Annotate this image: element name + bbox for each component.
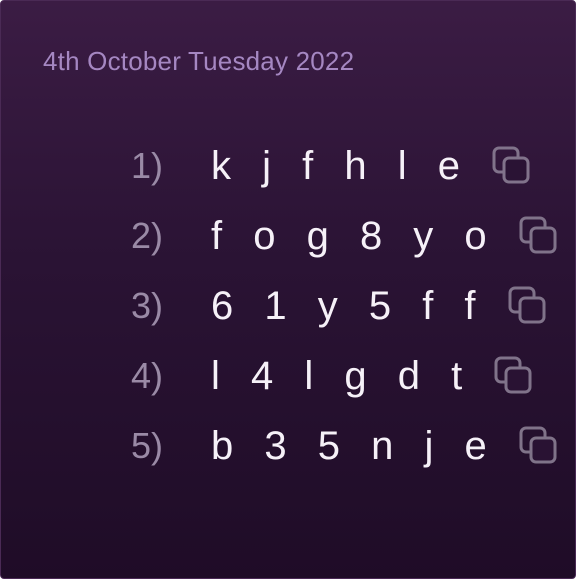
list-item: 4) l 4 l g d t bbox=[131, 341, 561, 411]
list-item: 3) 6 1 y 5 f f bbox=[131, 271, 561, 341]
copy-icon[interactable] bbox=[490, 144, 534, 188]
list-item: 5) b 3 5 n j e bbox=[131, 411, 561, 481]
list-item: 1) k j f h l e bbox=[131, 131, 561, 201]
item-number: 1) bbox=[131, 145, 164, 186]
copy-icon[interactable] bbox=[517, 424, 561, 468]
backup-code: f o g 8 y o bbox=[211, 213, 497, 258]
backup-codes-card: 4th October Tuesday 2022 1) k j f h l e … bbox=[0, 0, 576, 579]
item-number: 5) bbox=[131, 425, 164, 466]
item-number: 4) bbox=[131, 355, 164, 396]
date-label: 4th October Tuesday 2022 bbox=[43, 46, 355, 76]
item-number: 2) bbox=[131, 215, 164, 256]
copy-icon[interactable] bbox=[506, 284, 550, 328]
backup-code: b 3 5 n j e bbox=[211, 423, 497, 468]
copy-icon[interactable] bbox=[492, 354, 536, 398]
list-item: 2) f o g 8 y o bbox=[131, 201, 561, 271]
backup-code: l 4 l g d t bbox=[211, 353, 473, 398]
item-number: 3) bbox=[131, 285, 164, 326]
backup-code: k j f h l e bbox=[211, 143, 470, 188]
copy-icon[interactable] bbox=[517, 214, 561, 258]
backup-codes-list: 1) k j f h l e 2) f o g 8 y o 3) 6 1 y 5 bbox=[131, 131, 561, 481]
backup-code: 6 1 y 5 f f bbox=[211, 283, 486, 328]
